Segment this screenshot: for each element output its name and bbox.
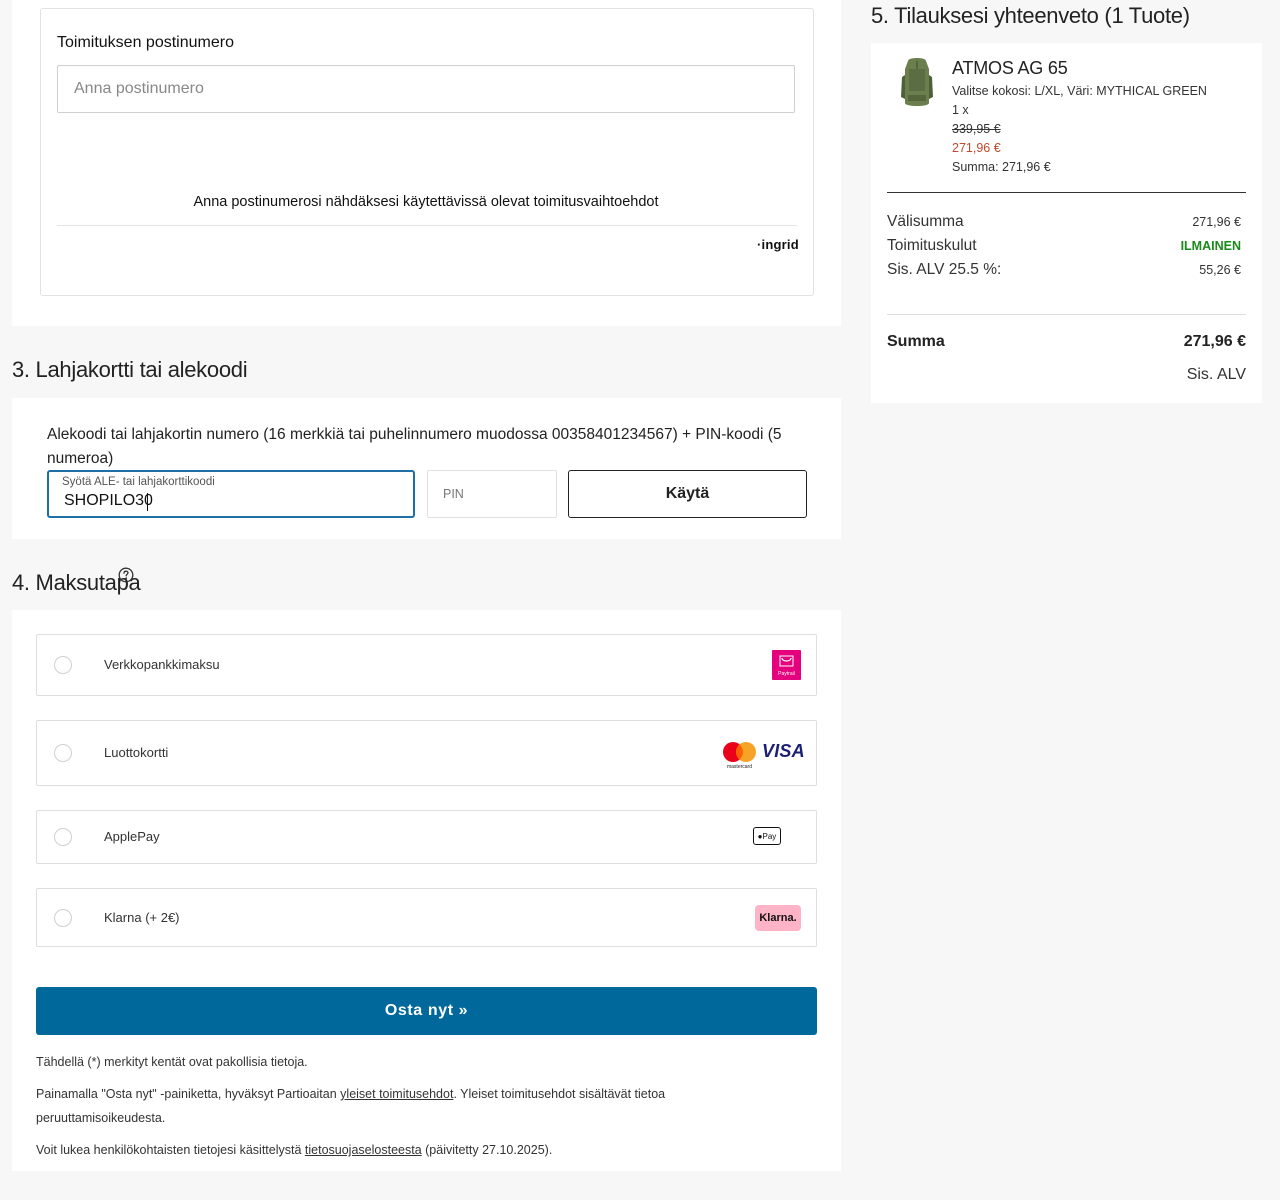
visa-logo-icon: VISA — [762, 741, 805, 761]
postal-code-label: Toimituksen postinumero — [57, 34, 234, 51]
divider — [887, 192, 1246, 193]
discount-code-value[interactable]: SHOPILO30 — [64, 492, 153, 510]
shipping-cost-value: ILMAINEN — [1180, 239, 1241, 253]
total-label: Summa — [887, 333, 945, 350]
payment-option-label: Verkkopankkimaksu — [104, 657, 220, 672]
apply-code-button[interactable]: Käytä — [568, 470, 807, 518]
klarna-logo-icon: Klarna. — [755, 905, 801, 931]
divider — [57, 225, 797, 226]
payment-option-card[interactable]: Luottokortti mastercard VISA — [36, 720, 817, 786]
order-summary-heading: 5. Tilauksesi yhteenveto (1 Tuote) — [871, 3, 1190, 28]
privacy-note: Voit lukea henkilökohtaisten tietojesi k… — [36, 1138, 552, 1162]
subtotal-label: Välisumma — [887, 213, 964, 230]
subtotal-value: 271,96 € — [1192, 215, 1241, 229]
divider — [887, 314, 1246, 315]
buy-now-button[interactable]: Osta nyt » — [36, 987, 817, 1035]
product-quantity: 1 x — [952, 103, 969, 117]
paytrail-logo-icon: Paytrail — [772, 650, 801, 680]
total-value: 271,96 € — [1183, 333, 1246, 350]
ingrid-logo: ·ingrid — [757, 237, 799, 252]
payment-option-label: ApplePay — [104, 829, 160, 844]
product-name[interactable]: ATMOS AG 65 — [952, 58, 1068, 79]
apple-pay-logo-text: Pay — [762, 831, 777, 841]
payment-option-label: Klarna (+ 2€) — [104, 910, 180, 925]
product-sale-price: 271,96 € — [952, 141, 1001, 155]
shipping-cost-label: Toimituskulut — [887, 237, 977, 254]
privacy-note-text-end: (päivitetty 27.10.2025). — [421, 1143, 553, 1157]
mastercard-logo-icon: mastercard — [723, 742, 756, 769]
gift-card-description: Alekoodi tai lahjakortin numero (16 merk… — [47, 426, 782, 467]
apple-pay-logo-icon: ● Pay — [753, 827, 781, 845]
terms-note: Painamalla "Osta nyt" -painiketta, hyväk… — [36, 1082, 736, 1130]
payment-option-label: Luottokortti — [104, 745, 169, 760]
terms-link[interactable]: yleiset toimitusehdot — [340, 1087, 453, 1101]
radio-applepay[interactable] — [54, 828, 72, 846]
pin-placeholder: PIN — [443, 487, 464, 501]
discount-code-label: Syötä ALE- tai lahjakorttikoodi — [62, 476, 215, 488]
privacy-policy-link[interactable]: tietosuojaselosteesta — [305, 1143, 422, 1157]
mastercard-logo-text: mastercard — [727, 764, 752, 769]
vat-value: 55,26 € — [1199, 263, 1241, 277]
question-circle-icon[interactable] — [118, 567, 134, 583]
gift-card-heading: 3. Lahjakortti tai alekoodi — [12, 357, 248, 382]
radio-klarna[interactable] — [54, 909, 72, 927]
text-cursor — [147, 493, 148, 511]
privacy-note-text: Voit lukea henkilökohtaisten tietojesi k… — [36, 1143, 305, 1157]
product-line-total: Summa: 271,96 € — [952, 160, 1051, 174]
product-variant: Valitse kokosi: L/XL, Väri: MYTHICAL GRE… — [952, 84, 1207, 98]
payment-option-applepay[interactable]: ApplePay ● Pay — [36, 810, 817, 864]
payment-option-klarna[interactable]: Klarna (+ 2€) Klarna. — [36, 888, 817, 947]
radio-bank[interactable] — [54, 656, 72, 674]
product-old-price: 339,95 € — [952, 122, 1001, 136]
product-image-backpack[interactable] — [894, 55, 940, 111]
shipping-hint-text: Anna postinumerosi nähdäksesi käytettävi… — [193, 194, 659, 210]
radio-card[interactable] — [54, 744, 72, 762]
postal-code-input[interactable] — [57, 65, 795, 113]
terms-note-text: Painamalla "Osta nyt" -painiketta, hyväk… — [36, 1087, 341, 1101]
payment-option-bank[interactable]: Verkkopankkimaksu Paytrail — [36, 634, 817, 696]
required-fields-note: Tähdellä (*) merkityt kentät ovat pakoll… — [36, 1055, 308, 1069]
vat-label: Sis. ALV 25.5 %: — [887, 261, 1002, 278]
paytrail-logo-text: Paytrail — [778, 671, 795, 677]
vat-included-note: Sis. ALV — [1186, 366, 1246, 383]
